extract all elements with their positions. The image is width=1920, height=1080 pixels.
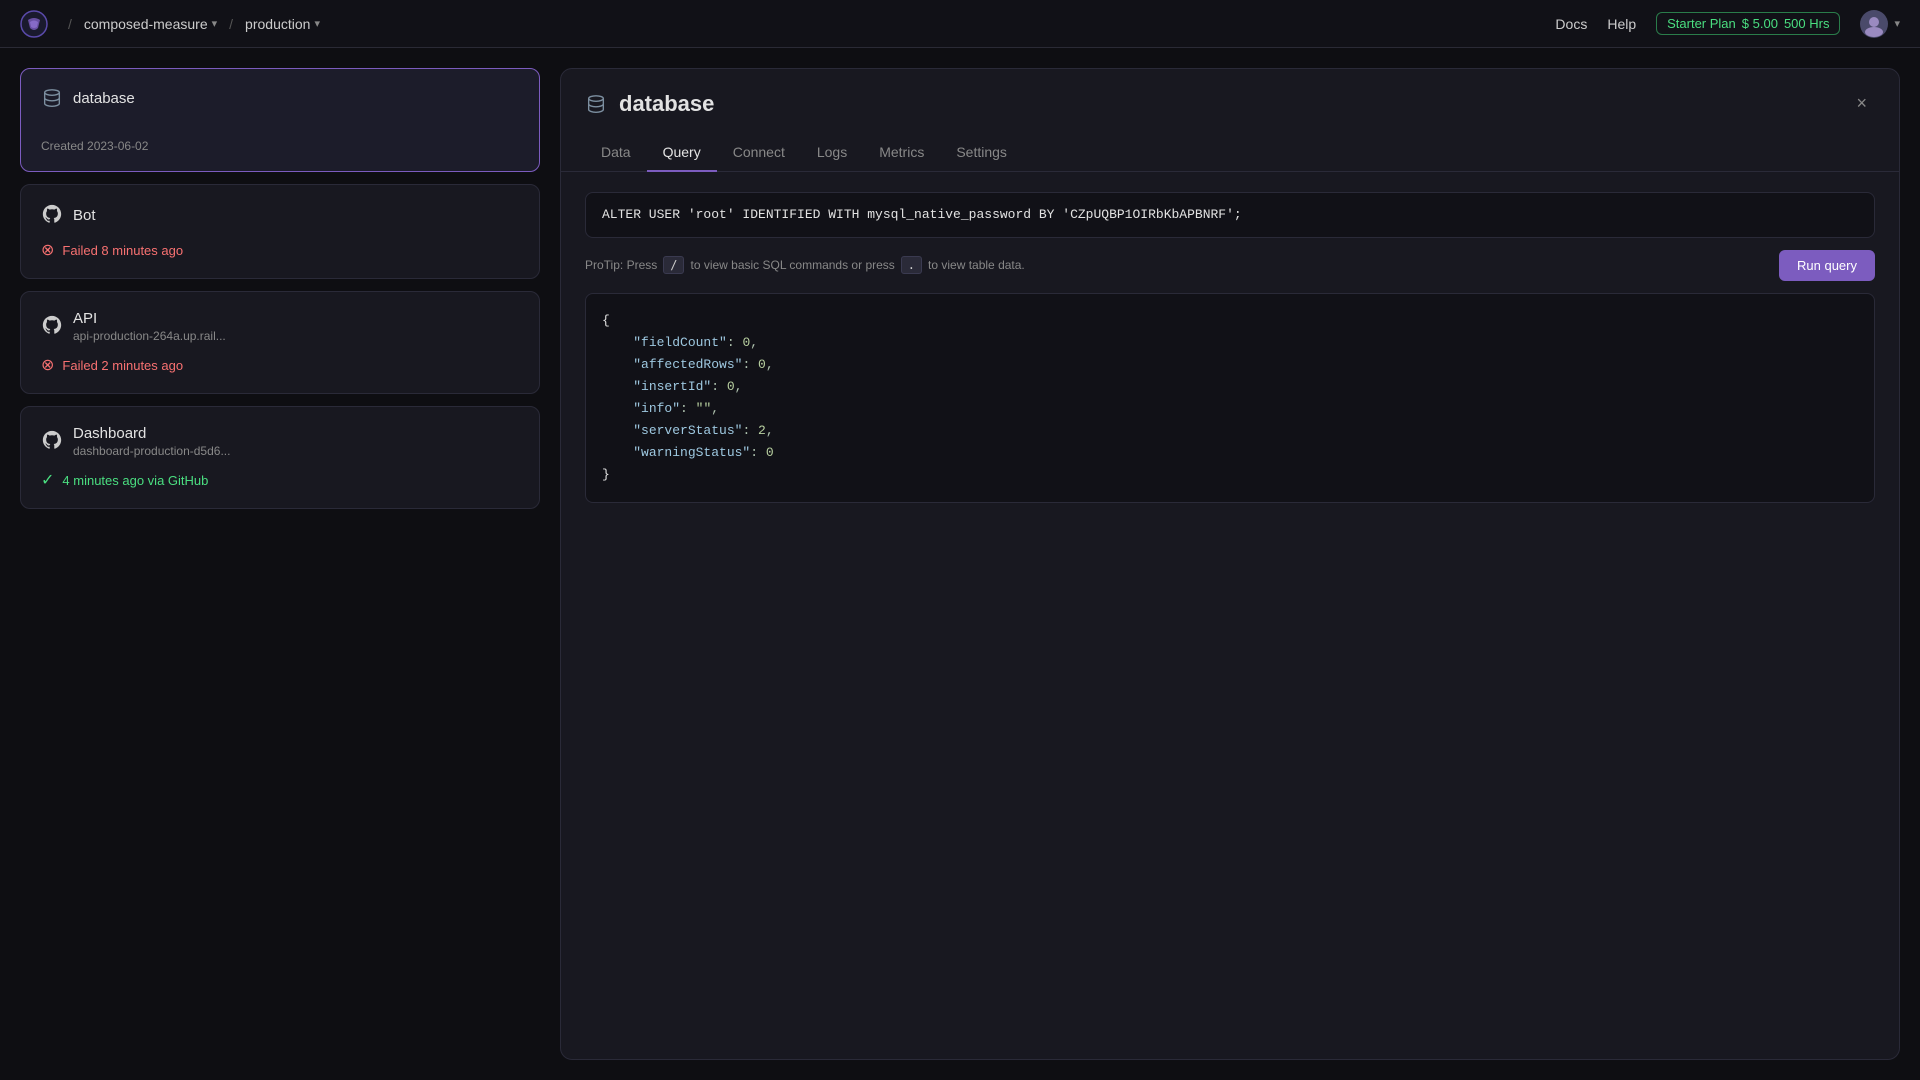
tab-connect[interactable]: Connect — [717, 134, 801, 172]
db-tabs: Data Query Connect Logs Metrics Settings — [561, 134, 1899, 172]
help-link[interactable]: Help — [1607, 16, 1636, 32]
topnav-right: Docs Help Starter Plan $ 5.00 500 Hrs ▾ — [1555, 10, 1900, 38]
left-panel: database Created 2023-06-02 Bot ⊗ Failed… — [0, 48, 560, 1080]
tab-metrics[interactable]: Metrics — [863, 134, 940, 172]
breadcrumb-production[interactable]: production ▾ — [245, 16, 320, 32]
database-card-title: database — [73, 90, 135, 107]
database-card-icon — [41, 87, 63, 109]
protip-prefix: ProTip: Press — [585, 258, 657, 272]
result-warning-status: "warningStatus": 0 — [602, 445, 774, 460]
query-result-area: { "fieldCount": 0, "affectedRows": 0, "i… — [585, 293, 1875, 504]
plan-badge: Starter Plan $ 5.00 500 Hrs — [1656, 12, 1840, 35]
protip-key-dot: . — [901, 256, 922, 274]
github-icon-bot — [41, 203, 63, 228]
db-modal: database × Data Query Connect Logs Metri… — [560, 68, 1900, 1060]
database-card-meta: Created 2023-06-02 — [41, 139, 519, 153]
protip-key-slash: / — [663, 256, 684, 274]
github-icon-dashboard — [41, 429, 63, 454]
topnav: / composed-measure ▾ / production ▾ Docs… — [0, 0, 1920, 48]
database-card-header: database — [41, 87, 519, 109]
dashboard-service-card[interactable]: Dashboard dashboard-production-d5d6... ✓… — [20, 406, 540, 509]
tab-query[interactable]: Query — [647, 134, 717, 172]
api-card-subtitle: api-production-264a.up.rail... — [73, 329, 226, 343]
bot-card-info: Bot — [73, 207, 96, 224]
api-service-card[interactable]: API api-production-264a.up.rail... ⊗ Fai… — [20, 291, 540, 394]
breadcrumb-sep-2: / — [229, 16, 233, 32]
dashboard-card-title: Dashboard — [73, 425, 230, 442]
breadcrumb-composed-measure[interactable]: composed-measure ▾ — [84, 16, 217, 32]
user-avatar-menu[interactable]: ▾ — [1860, 10, 1900, 38]
api-card-header: API api-production-264a.up.rail... — [41, 310, 519, 343]
db-modal-icon — [585, 93, 607, 115]
api-card-status: ⊗ Failed 2 minutes ago — [41, 355, 519, 375]
avatar-chevron-icon: ▾ — [1894, 17, 1900, 30]
result-server-status: "serverStatus": 2, — [602, 423, 774, 438]
db-query-content: ALTER USER 'root' IDENTIFIED WITH mysql_… — [561, 172, 1899, 1059]
success-icon-dashboard: ✓ — [41, 470, 54, 490]
api-status-text: Failed 2 minutes ago — [62, 358, 183, 373]
dashboard-card-info: Dashboard dashboard-production-d5d6... — [73, 425, 230, 458]
right-panel: database × Data Query Connect Logs Metri… — [560, 48, 1920, 1080]
dashboard-card-status: ✓ 4 minutes ago via GitHub — [41, 470, 519, 490]
query-input[interactable]: ALTER USER 'root' IDENTIFIED WITH mysql_… — [602, 205, 1858, 225]
bot-card-status: ⊗ Failed 8 minutes ago — [41, 240, 519, 260]
avatar — [1860, 10, 1888, 38]
api-card-info: API api-production-264a.up.rail... — [73, 310, 226, 343]
bot-service-card[interactable]: Bot ⊗ Failed 8 minutes ago — [20, 184, 540, 279]
error-icon-api: ⊗ — [41, 355, 54, 375]
result-field-count: "fieldCount": 0, — [602, 335, 758, 350]
result-info: "info": "", — [602, 401, 719, 416]
bot-card-header: Bot — [41, 203, 519, 228]
chevron-down-icon: ▾ — [212, 17, 218, 30]
api-card-title: API — [73, 310, 226, 327]
result-insert-id: "insertId": 0, — [602, 379, 742, 394]
tab-settings[interactable]: Settings — [940, 134, 1023, 172]
main-area: database Created 2023-06-02 Bot ⊗ Failed… — [0, 48, 1920, 1080]
chevron-down-icon-2: ▾ — [314, 17, 320, 30]
db-close-button[interactable]: × — [1848, 89, 1875, 118]
tab-data[interactable]: Data — [585, 134, 647, 172]
tab-logs[interactable]: Logs — [801, 134, 863, 172]
protip-suffix: to view table data. — [928, 258, 1025, 272]
github-icon-api — [41, 314, 63, 339]
breadcrumb-sep-1: / — [68, 16, 72, 32]
error-icon-bot: ⊗ — [41, 240, 54, 260]
dashboard-status-text: 4 minutes ago via GitHub — [62, 473, 208, 488]
run-query-button[interactable]: Run query — [1779, 250, 1875, 281]
query-input-container: ALTER USER 'root' IDENTIFIED WITH mysql_… — [585, 192, 1875, 238]
docs-link[interactable]: Docs — [1555, 16, 1587, 32]
dashboard-card-header: Dashboard dashboard-production-d5d6... — [41, 425, 519, 458]
result-affected-rows: "affectedRows": 0, — [602, 357, 774, 372]
bot-card-title: Bot — [73, 207, 96, 224]
db-modal-title: database — [619, 91, 714, 117]
result-open-brace: { — [602, 313, 610, 328]
database-card[interactable]: database Created 2023-06-02 — [20, 68, 540, 172]
db-modal-header: database × — [561, 69, 1899, 118]
protip-row: ProTip: Press / to view basic SQL comman… — [585, 256, 1025, 274]
app-logo[interactable] — [20, 10, 48, 38]
result-close-brace: } — [602, 467, 610, 482]
bot-status-text: Failed 8 minutes ago — [62, 243, 183, 258]
dashboard-card-subtitle: dashboard-production-d5d6... — [73, 444, 230, 458]
protip-mid: to view basic SQL commands or press — [690, 258, 894, 272]
query-actions-row: ProTip: Press / to view basic SQL comman… — [585, 250, 1875, 281]
